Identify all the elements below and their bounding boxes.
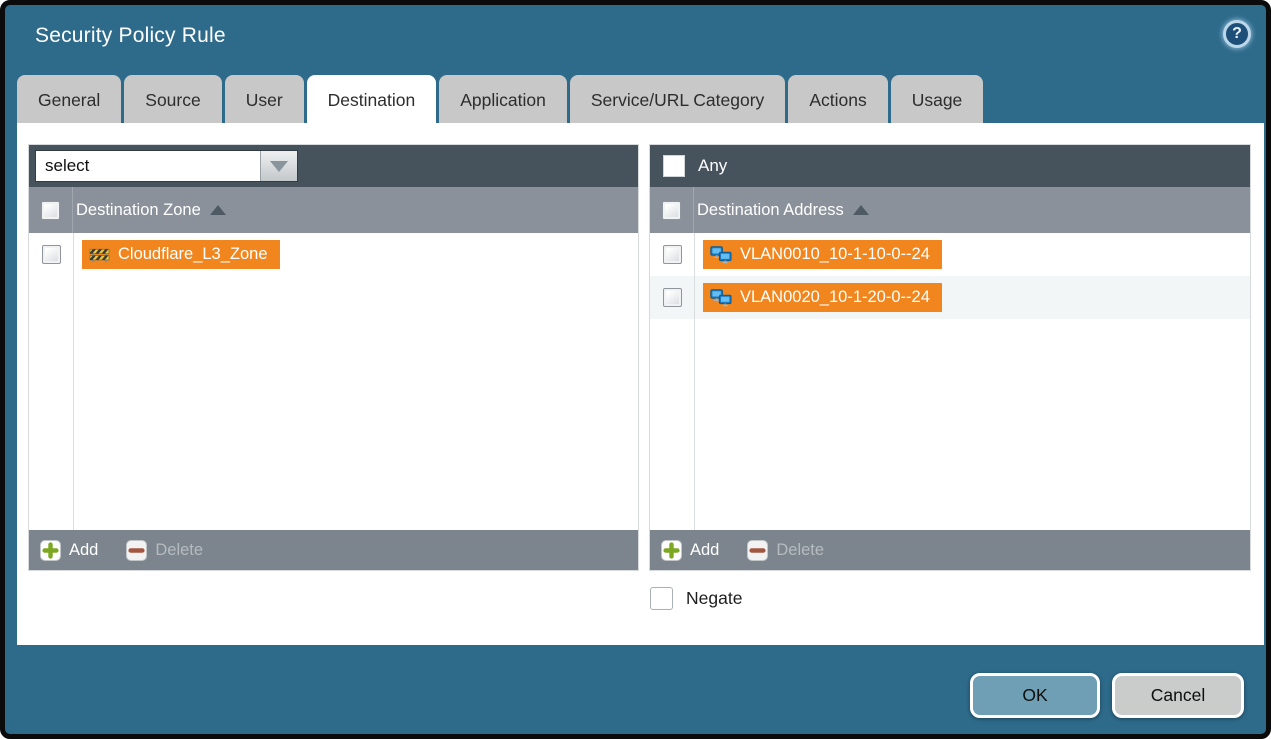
address-add-button[interactable]: Add	[661, 540, 719, 561]
tab-service-url-category[interactable]: Service/URL Category	[570, 75, 785, 123]
tab-bar: General Source User Destination Applicat…	[17, 75, 983, 123]
address-item-label: VLAN0010_10-1-10-0--24	[740, 245, 930, 264]
address-column-header[interactable]: Destination Address	[650, 187, 1250, 233]
address-header-checkbox-cell	[650, 187, 694, 233]
dialog-title: Security Policy Rule	[35, 24, 226, 48]
tab-application[interactable]: Application	[439, 75, 567, 123]
column-separator	[694, 233, 695, 530]
address-delete-button[interactable]: Delete	[747, 540, 824, 561]
security-policy-rule-dialog: Security Policy Rule ? General Source Us…	[0, 0, 1271, 739]
zone-column-header[interactable]: Destination Zone	[29, 187, 638, 233]
zone-panel-header: select	[29, 145, 638, 187]
ok-button[interactable]: OK	[970, 673, 1100, 718]
zone-item-label: Cloudflare_L3_Zone	[118, 245, 268, 264]
plus-icon	[661, 540, 682, 561]
zone-header-checkbox-cell	[29, 187, 73, 233]
zone-delete-label: Delete	[155, 541, 203, 560]
tab-source[interactable]: Source	[124, 75, 221, 123]
zone-add-button[interactable]: Add	[40, 540, 98, 561]
negate-checkbox[interactable]	[650, 587, 673, 610]
zone-barricade-icon	[89, 246, 110, 263]
any-checkbox[interactable]	[663, 155, 685, 177]
destination-address-panel: Any Destination Address	[650, 145, 1250, 570]
minus-icon	[747, 540, 768, 561]
address-network-icon	[710, 289, 732, 307]
address-item-chip[interactable]: VLAN0020_10-1-20-0--24	[703, 283, 942, 312]
address-row-checkbox[interactable]	[663, 288, 682, 307]
address-network-icon	[710, 246, 732, 264]
address-row-vlan0020[interactable]: VLAN0020_10-1-20-0--24	[650, 276, 1250, 319]
destination-zone-panel: select Destination Zone	[29, 145, 638, 570]
address-toolbar: Add Delete	[650, 530, 1250, 570]
zone-toolbar: Add Delete	[29, 530, 638, 570]
address-add-label: Add	[690, 541, 719, 560]
zone-select-input[interactable]: select	[36, 151, 260, 181]
sort-ascending-icon	[210, 205, 226, 215]
negate-control: Negate	[650, 587, 742, 610]
tab-user[interactable]: User	[225, 75, 304, 123]
zone-item-chip[interactable]: Cloudflare_L3_Zone	[82, 240, 280, 269]
destination-tab-content: select Destination Zone	[17, 123, 1264, 645]
cancel-button[interactable]: Cancel	[1112, 673, 1244, 718]
address-panel-header: Any	[650, 145, 1250, 187]
sort-ascending-icon	[853, 205, 869, 215]
address-select-all-checkbox[interactable]	[662, 201, 681, 220]
plus-icon	[40, 540, 61, 561]
address-row-checkbox-cell	[650, 233, 694, 276]
zone-row-checkbox-cell	[29, 233, 73, 276]
chevron-down-icon	[270, 161, 288, 172]
zone-select-combobox[interactable]: select	[35, 150, 298, 182]
zone-column-title: Destination Zone	[76, 201, 201, 220]
tab-usage[interactable]: Usage	[891, 75, 984, 123]
address-list: VLAN0010_10-1-10-0--24	[650, 233, 1250, 530]
address-item-label: VLAN0020_10-1-20-0--24	[740, 288, 930, 307]
tab-destination[interactable]: Destination	[307, 75, 437, 123]
any-label: Any	[698, 156, 727, 176]
negate-label: Negate	[686, 588, 742, 609]
zone-list: Cloudflare_L3_Zone	[29, 233, 638, 530]
tab-general[interactable]: General	[17, 75, 121, 123]
zone-select-all-checkbox[interactable]	[41, 201, 60, 220]
address-row-checkbox[interactable]	[663, 245, 682, 264]
zone-select-dropdown-button[interactable]	[260, 151, 297, 181]
address-column-title: Destination Address	[697, 201, 844, 220]
tab-actions[interactable]: Actions	[788, 75, 887, 123]
address-row-checkbox-cell	[650, 276, 694, 319]
minus-icon	[126, 540, 147, 561]
zone-add-label: Add	[69, 541, 98, 560]
address-item-chip[interactable]: VLAN0010_10-1-10-0--24	[703, 240, 942, 269]
zone-row-checkbox[interactable]	[42, 245, 61, 264]
help-icon[interactable]: ?	[1223, 20, 1251, 48]
address-delete-label: Delete	[776, 541, 824, 560]
zone-row-cloudflare[interactable]: Cloudflare_L3_Zone	[29, 233, 638, 276]
zone-delete-button[interactable]: Delete	[126, 540, 203, 561]
address-row-vlan0010[interactable]: VLAN0010_10-1-10-0--24	[650, 233, 1250, 276]
column-separator	[73, 233, 74, 530]
